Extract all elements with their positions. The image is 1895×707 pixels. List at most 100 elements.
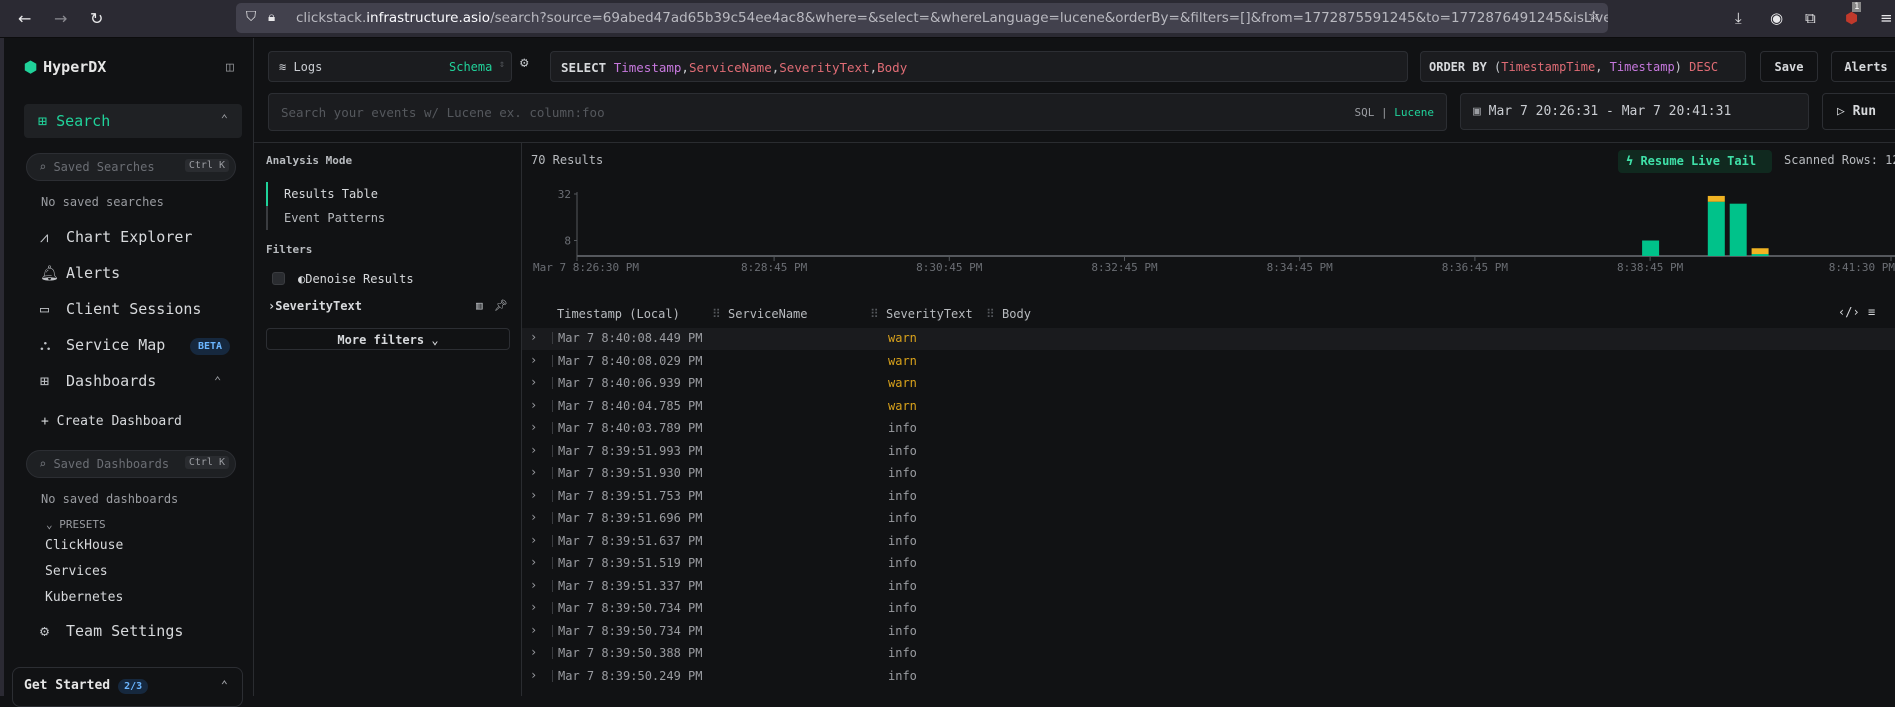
shortcut-hint: Ctrl K [184, 456, 229, 469]
label: PRESETS [59, 518, 106, 531]
expand-row-icon[interactable]: › [530, 330, 537, 344]
table-row[interactable]: › Mar 7 8:39:51.930 PM info [522, 463, 1895, 485]
preset-kubernetes[interactable]: Kubernetes [45, 590, 123, 605]
sidebar-item-dashboards[interactable]: ⊞ Dashboards [40, 372, 156, 390]
expand-row-icon[interactable]: › [530, 465, 537, 479]
saved-dashboards-input[interactable]: ⌕ Saved Dashboards Ctrl K [26, 450, 236, 478]
more-filters-button[interactable]: More filters ⌄ [266, 328, 510, 350]
cell-timestamp: Mar 7 8:39:51.696 PM [558, 511, 703, 525]
expand-row-icon[interactable]: › [530, 510, 537, 524]
cell-timestamp: Mar 7 8:39:51.519 PM [558, 556, 703, 570]
cell-timestamp: Mar 7 8:39:51.637 PM [558, 533, 703, 548]
cell-timestamp: Mar 7 8:39:50.734 PM [558, 623, 703, 638]
table-row[interactable]: › Mar 7 8:39:51.637 PM info [522, 531, 1895, 553]
table-row[interactable]: › Mar 7 8:39:50.388 PM info [522, 643, 1895, 665]
bar-chart-icon[interactable]: ▥ [476, 299, 483, 312]
expand-row-icon[interactable]: › [530, 555, 537, 569]
table-row[interactable]: › Mar 7 8:39:51.519 PM info [522, 553, 1895, 575]
chevron-down-icon: ⌄ [46, 518, 60, 531]
table-row[interactable]: › Mar 7 8:39:51.337 PM info [522, 576, 1895, 598]
expand-row-icon[interactable]: › [530, 488, 537, 502]
column-header-body[interactable]: ⠿ Body [986, 307, 1031, 321]
cell-severity: info [888, 646, 917, 660]
drag-handle-icon[interactable]: ⠿ [986, 307, 1002, 321]
label: Team Settings [66, 622, 184, 640]
wrap-lines-icon[interactable]: ≡ [1868, 305, 1875, 319]
row-divider [552, 444, 553, 457]
filter-group-severitytext[interactable]: ›SeverityText [268, 299, 362, 313]
x-tick-label: 8:28:45 PM [741, 261, 808, 274]
table-row[interactable]: › Mar 7 8:40:06.939 PM warn [522, 373, 1895, 395]
bar-info [1642, 240, 1660, 256]
sidebar-item-client-sessions[interactable]: ▭ Client Sessions [40, 300, 201, 318]
label: More filters [337, 333, 425, 347]
presets-toggle[interactable]: ⌄ PRESETS [46, 518, 106, 531]
table-row[interactable]: › Mar 7 8:40:03.789 PM info [522, 418, 1895, 440]
expand-row-icon[interactable]: › [530, 420, 537, 434]
sidebar-item-team-settings[interactable]: ⚙ Team Settings [40, 622, 183, 640]
cell-timestamp: Mar 7 8:40:04.785 PM [558, 398, 703, 413]
x-tick-label: 8:30:45 PM [916, 261, 983, 274]
progress-badge: 2/3 [118, 679, 149, 694]
expand-row-icon[interactable]: › [530, 533, 537, 547]
cell-severity: info [888, 668, 917, 683]
expand-row-icon[interactable]: › [530, 578, 537, 592]
code-view-icon[interactable]: ‹/› [1838, 305, 1860, 319]
cell-severity: info [888, 578, 917, 593]
cell-timestamp: Mar 7 8:39:51.993 PM [558, 443, 703, 458]
filter-field-label: SeverityText [275, 299, 362, 313]
table-row[interactable]: › Mar 7 8:40:04.785 PM warn [522, 396, 1895, 418]
table-row[interactable]: › Mar 7 8:40:08.029 PM warn [522, 351, 1895, 373]
expand-row-icon[interactable]: › [530, 600, 537, 614]
table-row[interactable]: › Mar 7 8:40:08.449 PM warn [522, 328, 1895, 350]
label: Client Sessions [66, 300, 202, 318]
expand-row-icon[interactable]: › [530, 645, 537, 659]
label: SeverityText [886, 307, 973, 321]
pin-icon[interactable]: 📌︎ [494, 299, 508, 312]
row-divider [552, 377, 553, 389]
expand-row-icon[interactable]: › [530, 623, 537, 637]
create-dashboard-link[interactable]: + Create Dashboard [41, 414, 182, 429]
column-header-servicename[interactable]: ⠿ ServiceName [712, 307, 808, 321]
drag-handle-icon[interactable]: ⠿ [870, 307, 886, 321]
preset-services[interactable]: Services [45, 564, 108, 579]
sidebar-item-service-map[interactable]: ⛬ Service Map [40, 336, 165, 354]
cell-timestamp: Mar 7 8:39:51.930 PM [558, 466, 703, 480]
get-started-panel[interactable]: Get Started 2/3 ⌃ [12, 667, 243, 707]
expand-row-icon[interactable]: › [530, 443, 537, 457]
x-tick-label: 8:41:30 PM [1829, 261, 1895, 274]
cell-severity: warn [888, 331, 917, 345]
chevron-down-icon: ⌄ [431, 333, 439, 347]
chevron-up-icon[interactable]: ⌃ [214, 374, 221, 388]
preset-clickhouse[interactable]: ClickHouse [45, 538, 123, 553]
bar-info [1707, 201, 1725, 256]
row-divider [552, 422, 553, 434]
table-row[interactable]: › Mar 7 8:39:51.753 PM info [522, 486, 1895, 508]
row-divider [552, 467, 553, 479]
chevron-up-icon[interactable]: ⌃ [221, 678, 228, 692]
row-divider [552, 489, 553, 502]
expand-row-icon[interactable]: › [530, 398, 537, 412]
expand-row-icon[interactable]: › [530, 668, 537, 682]
column-header-severitytext[interactable]: ⠿ SeverityText [870, 307, 973, 321]
cell-severity: info [888, 533, 917, 548]
expand-row-icon[interactable]: › [530, 353, 537, 367]
table-row[interactable]: › Mar 7 8:39:50.734 PM info [522, 621, 1895, 643]
drag-handle-icon[interactable]: ⠿ [712, 307, 728, 321]
column-header-timestamp[interactable]: Timestamp (Local) [557, 307, 680, 321]
cell-severity: info [888, 623, 917, 638]
table-row[interactable]: › Mar 7 8:39:50.734 PM info [522, 598, 1895, 620]
cell-timestamp: Mar 7 8:40:08.029 PM [558, 353, 703, 368]
bar-info [1751, 254, 1769, 256]
placeholder: Saved Dashboards [53, 457, 170, 471]
histogram-chart[interactable]: 8 32 Mar 7 8:26:30 PM 8:28:45 PM 8:30:45 PM 8… [0, 0, 1895, 300]
get-started-title: Get Started [24, 678, 111, 693]
x-tick-label: 8:34:45 PM [1267, 261, 1334, 274]
label: Body [1002, 307, 1031, 321]
expand-row-icon[interactable]: › [530, 375, 537, 389]
table-row[interactable]: › Mar 7 8:39:51.993 PM info [522, 441, 1895, 463]
table-row[interactable]: › Mar 7 8:39:51.696 PM info [522, 508, 1895, 530]
row-divider [552, 557, 553, 569]
table-row[interactable]: › Mar 7 8:39:50.249 PM info [522, 666, 1895, 688]
bar-warn [1707, 195, 1725, 202]
